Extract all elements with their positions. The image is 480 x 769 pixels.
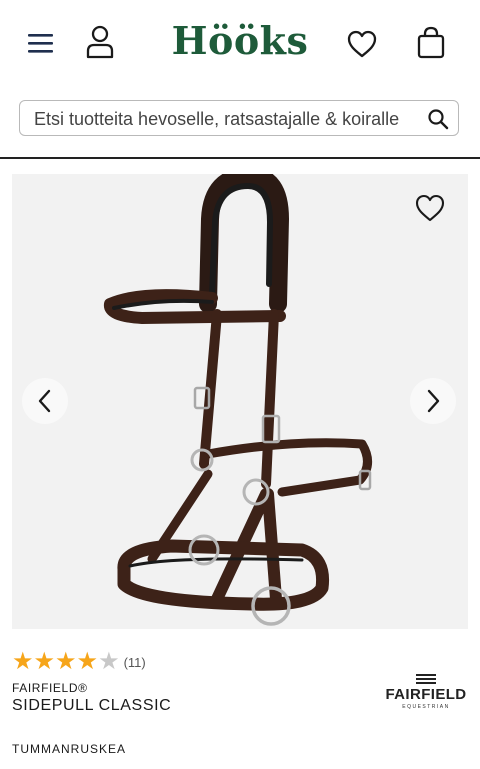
heart-icon [347, 30, 377, 58]
chevron-left-icon [38, 389, 51, 413]
product-image [103, 174, 372, 626]
star-icon: ★ [33, 648, 56, 675]
cart-button[interactable] [410, 22, 452, 64]
review-count[interactable]: (11) [124, 655, 146, 670]
product-title: SIDEPULL CLASSIC [12, 697, 172, 714]
brand-logo-mark [416, 674, 436, 684]
next-image-button[interactable] [410, 378, 456, 424]
product-image-gallery[interactable] [12, 174, 468, 629]
favorite-product-button[interactable] [410, 188, 450, 228]
star-empty-icon: ★ [98, 648, 120, 675]
brand-logo[interactable]: FAIRFIELD EQUESTRIAN [380, 672, 472, 710]
search-bar [19, 100, 459, 137]
star-icon: ★ [76, 648, 99, 675]
wishlist-button[interactable] [342, 24, 382, 64]
search-button[interactable] [424, 105, 452, 133]
chevron-right-icon [427, 389, 440, 413]
product-rating[interactable]: ★ ★ ★ ★ ★ (11) [12, 650, 146, 674]
brand-logo-name: FAIRFIELD [385, 686, 467, 703]
previous-image-button[interactable] [22, 378, 68, 424]
site-logo[interactable]: Hööks [0, 18, 480, 63]
heart-outline-icon [415, 194, 445, 222]
product-color: TUMMANRUSKEA [12, 742, 127, 756]
brand-logo-sub: EQUESTRIAN [402, 704, 450, 710]
star-icon: ★ [12, 648, 34, 675]
star-icon: ★ [55, 648, 77, 675]
shopping-bag-icon [417, 26, 445, 59]
header-divider [0, 157, 480, 159]
search-input[interactable] [32, 101, 416, 137]
search-icon [428, 109, 449, 130]
site-header: Hööks [0, 0, 480, 88]
product-brand[interactable]: FAIRFIELD® [12, 681, 88, 695]
